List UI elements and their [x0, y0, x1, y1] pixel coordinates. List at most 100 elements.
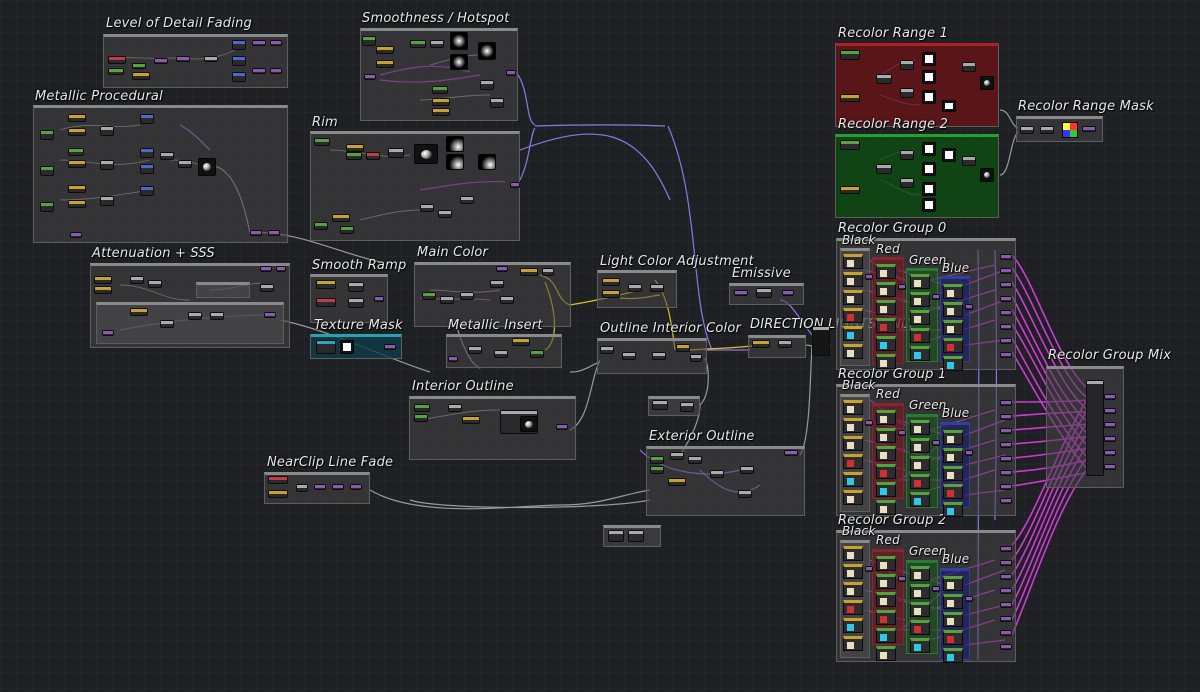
texture-preview[interactable]	[922, 70, 936, 84]
shader-node[interactable]	[865, 274, 873, 280]
shader-node[interactable]	[260, 284, 274, 292]
color-parameter-node[interactable]	[910, 602, 930, 617]
shader-node[interactable]	[232, 40, 246, 50]
shader-node[interactable]	[1104, 464, 1116, 470]
shader-node[interactable]	[784, 450, 798, 456]
shader-node[interactable]	[1086, 380, 1104, 476]
shader-node[interactable]	[140, 114, 154, 124]
shader-node[interactable]	[316, 280, 336, 289]
shader-node[interactable]	[496, 266, 508, 272]
color-parameter-node[interactable]	[843, 472, 863, 487]
shader-node[interactable]	[490, 280, 504, 288]
shader-node[interactable]	[1000, 428, 1012, 434]
color-parameter-node[interactable]	[876, 300, 896, 315]
color-parameter-node[interactable]	[943, 356, 963, 371]
shader-node[interactable]	[108, 56, 126, 64]
shader-node[interactable]	[876, 74, 892, 84]
color-parameter-node[interactable]	[876, 282, 896, 297]
shader-node[interactable]	[296, 484, 308, 492]
shader-node[interactable]	[962, 62, 976, 72]
shader-node[interactable]	[210, 312, 224, 320]
shader-node[interactable]	[316, 298, 336, 307]
shader-node[interactable]	[252, 68, 266, 74]
shader-node[interactable]	[688, 456, 702, 464]
texture-preview[interactable]	[922, 90, 936, 104]
shader-node[interactable]	[270, 68, 282, 74]
shader-node[interactable]	[1000, 282, 1012, 288]
shader-node[interactable]	[900, 88, 914, 98]
color-parameter-node[interactable]	[910, 456, 930, 471]
shader-node[interactable]	[68, 160, 86, 168]
shader-node[interactable]	[876, 164, 892, 174]
color-parameter-node[interactable]	[843, 272, 863, 287]
color-parameter-node[interactable]	[876, 446, 896, 461]
material-preview[interactable]	[520, 416, 538, 432]
color-parameter-node[interactable]	[843, 344, 863, 359]
shader-node[interactable]	[140, 164, 154, 174]
shader-node[interactable]	[962, 156, 976, 166]
shader-node[interactable]	[1000, 560, 1012, 566]
color-parameter-node[interactable]	[876, 556, 896, 571]
shader-node[interactable]	[600, 346, 614, 354]
texture-preview[interactable]	[942, 148, 956, 162]
color-parameter-node[interactable]	[843, 290, 863, 305]
shader-node[interactable]	[752, 340, 770, 348]
shader-node[interactable]	[965, 304, 973, 310]
shader-node[interactable]	[348, 282, 364, 292]
shader-node[interactable]	[900, 178, 914, 188]
shader-node[interactable]	[1000, 296, 1012, 302]
shader-node[interactable]	[252, 40, 266, 46]
group-attenuation-sss-inner-top[interactable]	[196, 282, 250, 298]
shader-node[interactable]	[690, 354, 702, 362]
shader-node[interactable]	[414, 414, 428, 422]
texture-preview[interactable]	[922, 162, 936, 176]
shader-node[interactable]	[932, 440, 940, 446]
group-attenuation-sss-inner[interactable]	[96, 302, 284, 344]
shader-node[interactable]	[510, 182, 520, 188]
texture-preview[interactable]	[922, 142, 936, 156]
shader-node[interactable]	[1000, 602, 1012, 608]
shader-node[interactable]	[965, 596, 973, 602]
shader-node[interactable]	[422, 292, 436, 300]
shader-node[interactable]	[652, 400, 668, 410]
shader-node[interactable]	[1000, 574, 1012, 580]
shader-node[interactable]	[260, 266, 272, 272]
shader-node[interactable]	[965, 450, 973, 456]
color-parameter-node[interactable]	[843, 326, 863, 341]
shader-node[interactable]	[40, 202, 54, 212]
shader-node[interactable]	[132, 72, 150, 80]
color-parameter-node[interactable]	[843, 490, 863, 505]
shader-node[interactable]	[898, 576, 906, 582]
color-parameter-node[interactable]	[876, 646, 896, 661]
shader-node[interactable]	[160, 152, 174, 160]
shader-node[interactable]	[608, 530, 624, 542]
shader-node[interactable]	[68, 200, 86, 208]
shader-node[interactable]	[622, 352, 636, 360]
shader-node[interactable]	[506, 70, 516, 76]
color-parameter-node[interactable]	[876, 500, 896, 515]
shader-node[interactable]	[414, 404, 430, 412]
shader-node[interactable]	[652, 352, 666, 360]
shader-node[interactable]	[1082, 126, 1096, 132]
shader-node[interactable]	[178, 160, 192, 168]
shader-node[interactable]	[364, 74, 376, 80]
shader-node[interactable]	[94, 276, 112, 284]
shader-node[interactable]	[268, 476, 288, 484]
color-parameter-node[interactable]	[943, 484, 963, 499]
shader-node[interactable]	[100, 196, 114, 206]
shader-node[interactable]	[332, 484, 344, 490]
shader-node[interactable]	[468, 346, 482, 354]
shader-node[interactable]	[40, 130, 54, 140]
shader-node[interactable]	[1000, 630, 1012, 636]
shader-node[interactable]	[668, 478, 686, 486]
texture-preview[interactable]	[478, 154, 496, 170]
shader-node[interactable]	[130, 308, 148, 316]
shader-node[interactable]	[782, 290, 794, 296]
shader-node[interactable]	[70, 232, 82, 238]
color-parameter-node[interactable]	[943, 466, 963, 481]
color-parameter-node[interactable]	[843, 600, 863, 615]
shader-node[interactable]	[602, 278, 620, 286]
color-parameter-node[interactable]	[843, 582, 863, 597]
color-parameter-node[interactable]	[876, 318, 896, 333]
shader-node[interactable]	[500, 296, 514, 304]
